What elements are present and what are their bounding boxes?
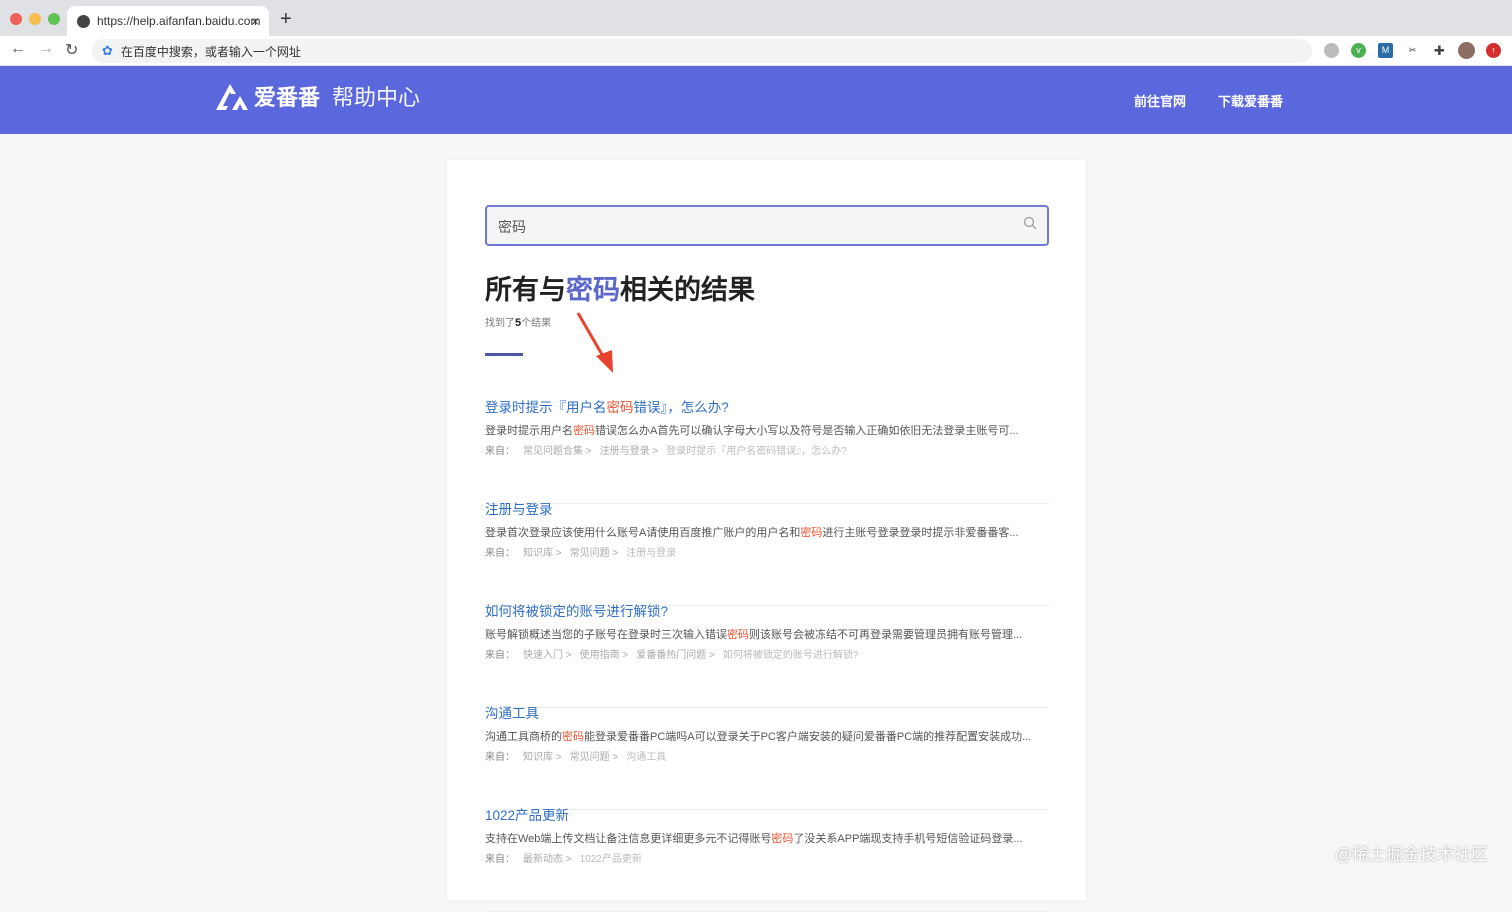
breadcrumb-link[interactable]: 常见问题合集 > bbox=[523, 446, 592, 457]
reload-icon[interactable]: ↻ bbox=[65, 40, 78, 60]
result-count: 找到了5个结果 bbox=[485, 317, 552, 329]
baidu-icon: ✿ bbox=[102, 43, 113, 58]
brand-name: 爱番番 bbox=[254, 85, 321, 110]
new-tab-button[interactable]: + bbox=[280, 8, 292, 31]
v-extension-icon[interactable]: v bbox=[1351, 43, 1366, 58]
result-snippet: 登录首次登录应该使用什么账号A请使用百度推广账户的用户名和密码进行主账号登录登录… bbox=[485, 527, 1019, 539]
result-item: 注册与登录 登录首次登录应该使用什么账号A请使用百度推广账户的用户名和密码进行主… bbox=[485, 502, 1049, 606]
result-item: 沟通工具 沟通工具商桥的密码能登录爱番番PC端吗A可以登录关于PC客户端安装的疑… bbox=[485, 706, 1049, 810]
breadcrumb-link[interactable]: 知识库 > bbox=[523, 752, 562, 763]
breadcrumb-link[interactable]: 快速入门 > bbox=[523, 650, 572, 661]
official-site-link[interactable]: 前往官网 bbox=[1134, 91, 1186, 110]
scissors-icon[interactable]: ✂ bbox=[1405, 43, 1420, 58]
breadcrumb-link[interactable]: 登录时提示『用户名密码错误』，怎么办? bbox=[666, 446, 847, 457]
breadcrumb-link[interactable]: 最新动态 > bbox=[523, 854, 572, 865]
result-title-link[interactable]: 沟通工具 bbox=[485, 702, 1049, 722]
result-breadcrumb: 来自： 知识库 > 常见问题 > 注册与登录 bbox=[485, 548, 677, 559]
result-item: 登录时提示『用户名密码错误』，怎么办? 登录时提示用户名密码错误怎么办A首先可以… bbox=[485, 400, 1049, 504]
minimize-window-button[interactable] bbox=[29, 13, 41, 25]
result-breadcrumb: 来自： 最新动态 >1022产品更新 bbox=[485, 854, 642, 865]
search-input[interactable]: 密码 bbox=[485, 205, 1049, 246]
result-title-link[interactable]: 注册与登录 bbox=[485, 498, 1049, 518]
address-bar[interactable]: ✿ 在百度中搜索，或者输入一个网址 bbox=[92, 39, 1312, 63]
result-breadcrumb: 来自： 快速入门 > 使用指南 > 爱番番热门问题 > 如何将被锁定的账号进行解锁? bbox=[485, 650, 859, 661]
search-icon[interactable] bbox=[1023, 216, 1037, 230]
result-snippet: 账号解锁概述当您的子账号在登录时三次输入错误密码则该账号会被冻结不可再登录需要管… bbox=[485, 629, 1023, 641]
breadcrumb-link[interactable]: 注册与登录 > bbox=[600, 446, 659, 457]
site-header: 爱番番 帮助中心 前往官网 下载爱番番 bbox=[0, 66, 1512, 134]
browser-tab-bar: https://help.aifanfan.baidu.com × + bbox=[0, 0, 1512, 36]
title-underline bbox=[485, 353, 523, 356]
puzzle-icon[interactable]: ✚ bbox=[1432, 43, 1447, 58]
avatar[interactable] bbox=[1458, 42, 1475, 59]
maximize-window-button[interactable] bbox=[48, 13, 60, 25]
download-link[interactable]: 下载爱番番 bbox=[1218, 91, 1283, 110]
keyword: 密码 bbox=[566, 275, 620, 305]
search-results-card: 密码 所有与密码相关的结果 找到了5个结果 登录时提示『用户名密码错误』，怎么办… bbox=[447, 160, 1086, 912]
breadcrumb-link[interactable]: 爱番番热门问题 > bbox=[636, 650, 715, 661]
annotation-arrow-icon bbox=[576, 312, 613, 373]
results-title: 所有与密码相关的结果 bbox=[485, 275, 755, 305]
result-title-link[interactable]: 1022产品更新 bbox=[485, 804, 1049, 824]
browser-tab[interactable]: https://help.aifanfan.baidu.com × bbox=[67, 6, 269, 36]
result-snippet: 支持在Web端上传文档让备注信息更详细更多元不记得账号密码了没关系APP端现支持… bbox=[485, 833, 1023, 845]
brand-subtitle: 帮助中心 bbox=[332, 85, 421, 110]
breadcrumb-link[interactable]: 常见问题 > bbox=[570, 548, 619, 559]
breadcrumb-link[interactable]: 1022产品更新 bbox=[580, 854, 642, 865]
update-icon[interactable]: ↑ bbox=[1486, 43, 1501, 58]
result-item: 如何将被锁定的账号进行解锁? 账号解锁概述当您的子账号在登录时三次输入错误密码则… bbox=[485, 604, 1049, 708]
logo[interactable]: 爱番番 帮助中心 bbox=[214, 80, 420, 112]
logo-mark-icon bbox=[216, 84, 248, 110]
close-tab-icon[interactable]: × bbox=[251, 14, 259, 29]
m-extension-icon[interactable]: M bbox=[1378, 43, 1393, 58]
back-icon[interactable]: ← bbox=[10, 40, 26, 58]
breadcrumb-link[interactable]: 知识库 > bbox=[523, 548, 562, 559]
search-value: 密码 bbox=[498, 219, 526, 235]
result-breadcrumb: 来自： 常见问题合集 > 注册与登录 > 登录时提示『用户名密码错误』，怎么办? bbox=[485, 446, 847, 457]
breadcrumb-link[interactable]: 常见问题 > bbox=[570, 752, 619, 763]
result-snippet: 沟通工具商桥的密码能登录爱番番PC端吗A可以登录关于PC客户端安装的疑问爱番番P… bbox=[485, 731, 1032, 743]
watermark: @稀土掘金技术社区 bbox=[1334, 845, 1488, 864]
globe-icon bbox=[77, 14, 90, 28]
breadcrumb-link[interactable]: 使用指南 > bbox=[580, 650, 629, 661]
result-item: 1022产品更新 支持在Web端上传文档让备注信息更详细更多元不记得账号密码了没… bbox=[485, 808, 1049, 912]
breadcrumb-link[interactable]: 沟通工具 bbox=[626, 752, 666, 763]
result-breadcrumb: 来自： 知识库 > 常见问题 > 沟通工具 bbox=[485, 752, 667, 763]
globe-extension-icon[interactable] bbox=[1324, 43, 1339, 58]
result-snippet: 登录时提示用户名密码错误怎么办A首先可以确认字母大小写以及符号是否输入正确如依旧… bbox=[485, 425, 1019, 437]
result-title-link[interactable]: 如何将被锁定的账号进行解锁? bbox=[485, 600, 1049, 620]
breadcrumb-link[interactable]: 注册与登录 bbox=[626, 548, 676, 559]
close-window-button[interactable] bbox=[10, 13, 22, 25]
address-placeholder: 在百度中搜索，或者输入一个网址 bbox=[120, 44, 301, 59]
tab-title: https://help.aifanfan.baidu.com bbox=[97, 14, 261, 28]
result-title-link[interactable]: 登录时提示『用户名密码错误』，怎么办? bbox=[485, 396, 1049, 416]
forward-icon[interactable]: → bbox=[38, 40, 54, 58]
breadcrumb-link[interactable]: 如何将被锁定的账号进行解锁? bbox=[723, 650, 859, 661]
browser-toolbar: ← → ↻ ✿ 在百度中搜索，或者输入一个网址 v M ✂ ✚ ↑ bbox=[0, 36, 1512, 66]
